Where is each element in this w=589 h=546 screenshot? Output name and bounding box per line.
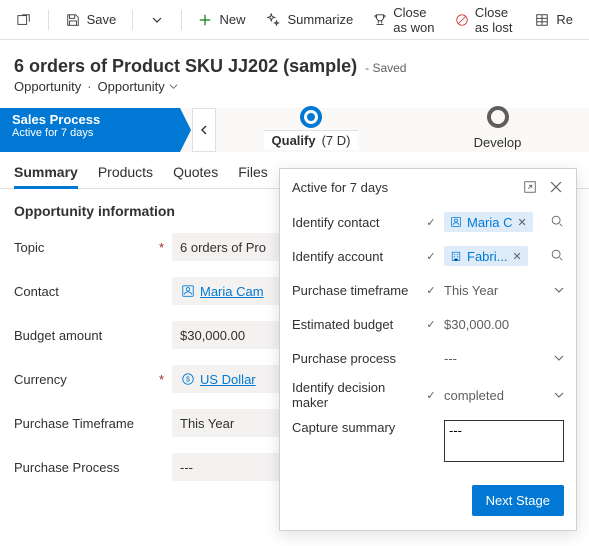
process-header[interactable]: Sales Process Active for 7 days	[0, 108, 180, 152]
process-duration: Active for 7 days	[12, 127, 160, 139]
stage-qualify-duration: (7 D)	[322, 133, 351, 148]
timeframe-label: Purchase Timeframe	[14, 416, 134, 431]
check-icon: ✓	[424, 389, 438, 402]
step-summary-textarea[interactable]	[444, 420, 564, 462]
currency-label: Currency	[14, 372, 67, 387]
tab-summary[interactable]: Summary	[14, 164, 78, 188]
new-button[interactable]: New	[189, 8, 253, 32]
chevron-down-icon	[169, 82, 178, 91]
popout-button[interactable]	[8, 8, 40, 32]
trophy-icon	[373, 12, 387, 28]
entity-name: Opportunity	[14, 79, 81, 94]
check-icon: ✓	[424, 284, 438, 297]
tab-quotes[interactable]: Quotes	[173, 164, 218, 188]
form-selector[interactable]: Opportunity	[98, 79, 178, 94]
process-name: Sales Process	[12, 112, 160, 127]
chevron-down-icon	[554, 351, 564, 366]
search-icon[interactable]	[550, 248, 564, 265]
stage-flyout: Active for 7 days Identify contact ✓ Mar…	[279, 168, 577, 531]
business-process-flow: Sales Process Active for 7 days Qualify …	[0, 108, 589, 152]
close-lost-button[interactable]: Close as lost	[447, 1, 522, 39]
topic-label: Topic	[14, 240, 44, 255]
step-process-select[interactable]: ---	[444, 346, 564, 370]
step-purchase-process: Purchase process ---	[292, 341, 564, 375]
contact-label: Contact	[14, 284, 59, 299]
step-budget-input[interactable]: $30,000.00	[444, 312, 564, 336]
purchase-process-label: Purchase Process	[14, 460, 120, 475]
step-identify-account: Identify account ✓ Fabri...✕	[292, 239, 564, 273]
prohibit-icon	[455, 12, 469, 28]
recalculate-button[interactable]: Re	[526, 8, 581, 32]
chevron-down-icon	[149, 12, 165, 28]
new-label: New	[219, 12, 245, 27]
clear-icon[interactable]: ✕	[516, 216, 529, 229]
step-decision-select[interactable]: completed	[444, 383, 564, 407]
close-won-label: Close as won	[393, 5, 435, 35]
close-lost-label: Close as lost	[475, 5, 514, 35]
stage-indicator-icon	[300, 106, 322, 128]
close-icon[interactable]	[548, 179, 564, 195]
currency-icon: $	[180, 371, 196, 387]
summarize-button[interactable]: Summarize	[257, 8, 361, 32]
check-icon: ✓	[424, 250, 438, 263]
stage-qualify[interactable]: Qualify (7 D)	[216, 108, 406, 152]
contact-icon	[448, 214, 464, 230]
flyout-title: Active for 7 days	[292, 180, 388, 195]
check-icon: ✓	[424, 216, 438, 229]
step-account-lookup[interactable]: Fabri...✕	[444, 244, 564, 268]
command-bar: Save New Summarize Close as won Close as…	[0, 0, 589, 40]
save-button[interactable]: Save	[57, 8, 125, 32]
plus-icon	[197, 12, 213, 28]
dock-icon[interactable]	[522, 179, 538, 195]
budget-label: Budget amount	[14, 328, 102, 343]
required-indicator: *	[159, 240, 164, 255]
record-title: 6 orders of Product SKU JJ202 (sample)	[14, 56, 357, 77]
popout-icon	[16, 12, 32, 28]
save-icon	[65, 12, 81, 28]
check-icon: ✓	[424, 318, 438, 331]
account-icon	[448, 248, 464, 264]
next-stage-button[interactable]: Next Stage	[472, 485, 564, 516]
required-indicator: *	[159, 372, 164, 387]
stage-develop[interactable]: Develop	[406, 108, 589, 152]
step-contact-lookup[interactable]: Maria C✕	[444, 210, 564, 234]
stage-develop-label: Develop	[474, 135, 522, 150]
recalc-label: Re	[556, 12, 573, 27]
save-status: - Saved	[365, 61, 406, 75]
step-timeframe-select[interactable]: This Year	[444, 278, 564, 302]
summarize-label: Summarize	[287, 12, 353, 27]
svg-text:$: $	[186, 377, 190, 384]
sparkle-icon	[265, 12, 281, 28]
step-capture-summary: Capture summary	[292, 415, 564, 467]
grid-icon	[534, 12, 550, 28]
chevron-down-icon	[554, 388, 564, 403]
step-timeframe: Purchase timeframe ✓ This Year	[292, 273, 564, 307]
step-decision-maker: Identify decision maker ✓ completed	[292, 375, 564, 415]
process-back-button[interactable]	[192, 108, 216, 152]
save-label: Save	[87, 12, 117, 27]
clear-icon[interactable]: ✕	[510, 250, 523, 263]
save-options-button[interactable]	[141, 8, 173, 32]
record-header: 6 orders of Product SKU JJ202 (sample) -…	[0, 40, 589, 102]
step-budget: Estimated budget ✓ $30,000.00	[292, 307, 564, 341]
tab-files[interactable]: Files	[238, 164, 268, 188]
close-won-button[interactable]: Close as won	[365, 1, 443, 39]
step-identify-contact: Identify contact ✓ Maria C✕	[292, 205, 564, 239]
contact-icon	[180, 283, 196, 299]
stage-indicator-icon	[487, 106, 509, 128]
chevron-down-icon	[554, 283, 564, 298]
search-icon[interactable]	[550, 214, 564, 231]
stage-qualify-label: Qualify	[272, 133, 316, 148]
tab-products[interactable]: Products	[98, 164, 153, 188]
